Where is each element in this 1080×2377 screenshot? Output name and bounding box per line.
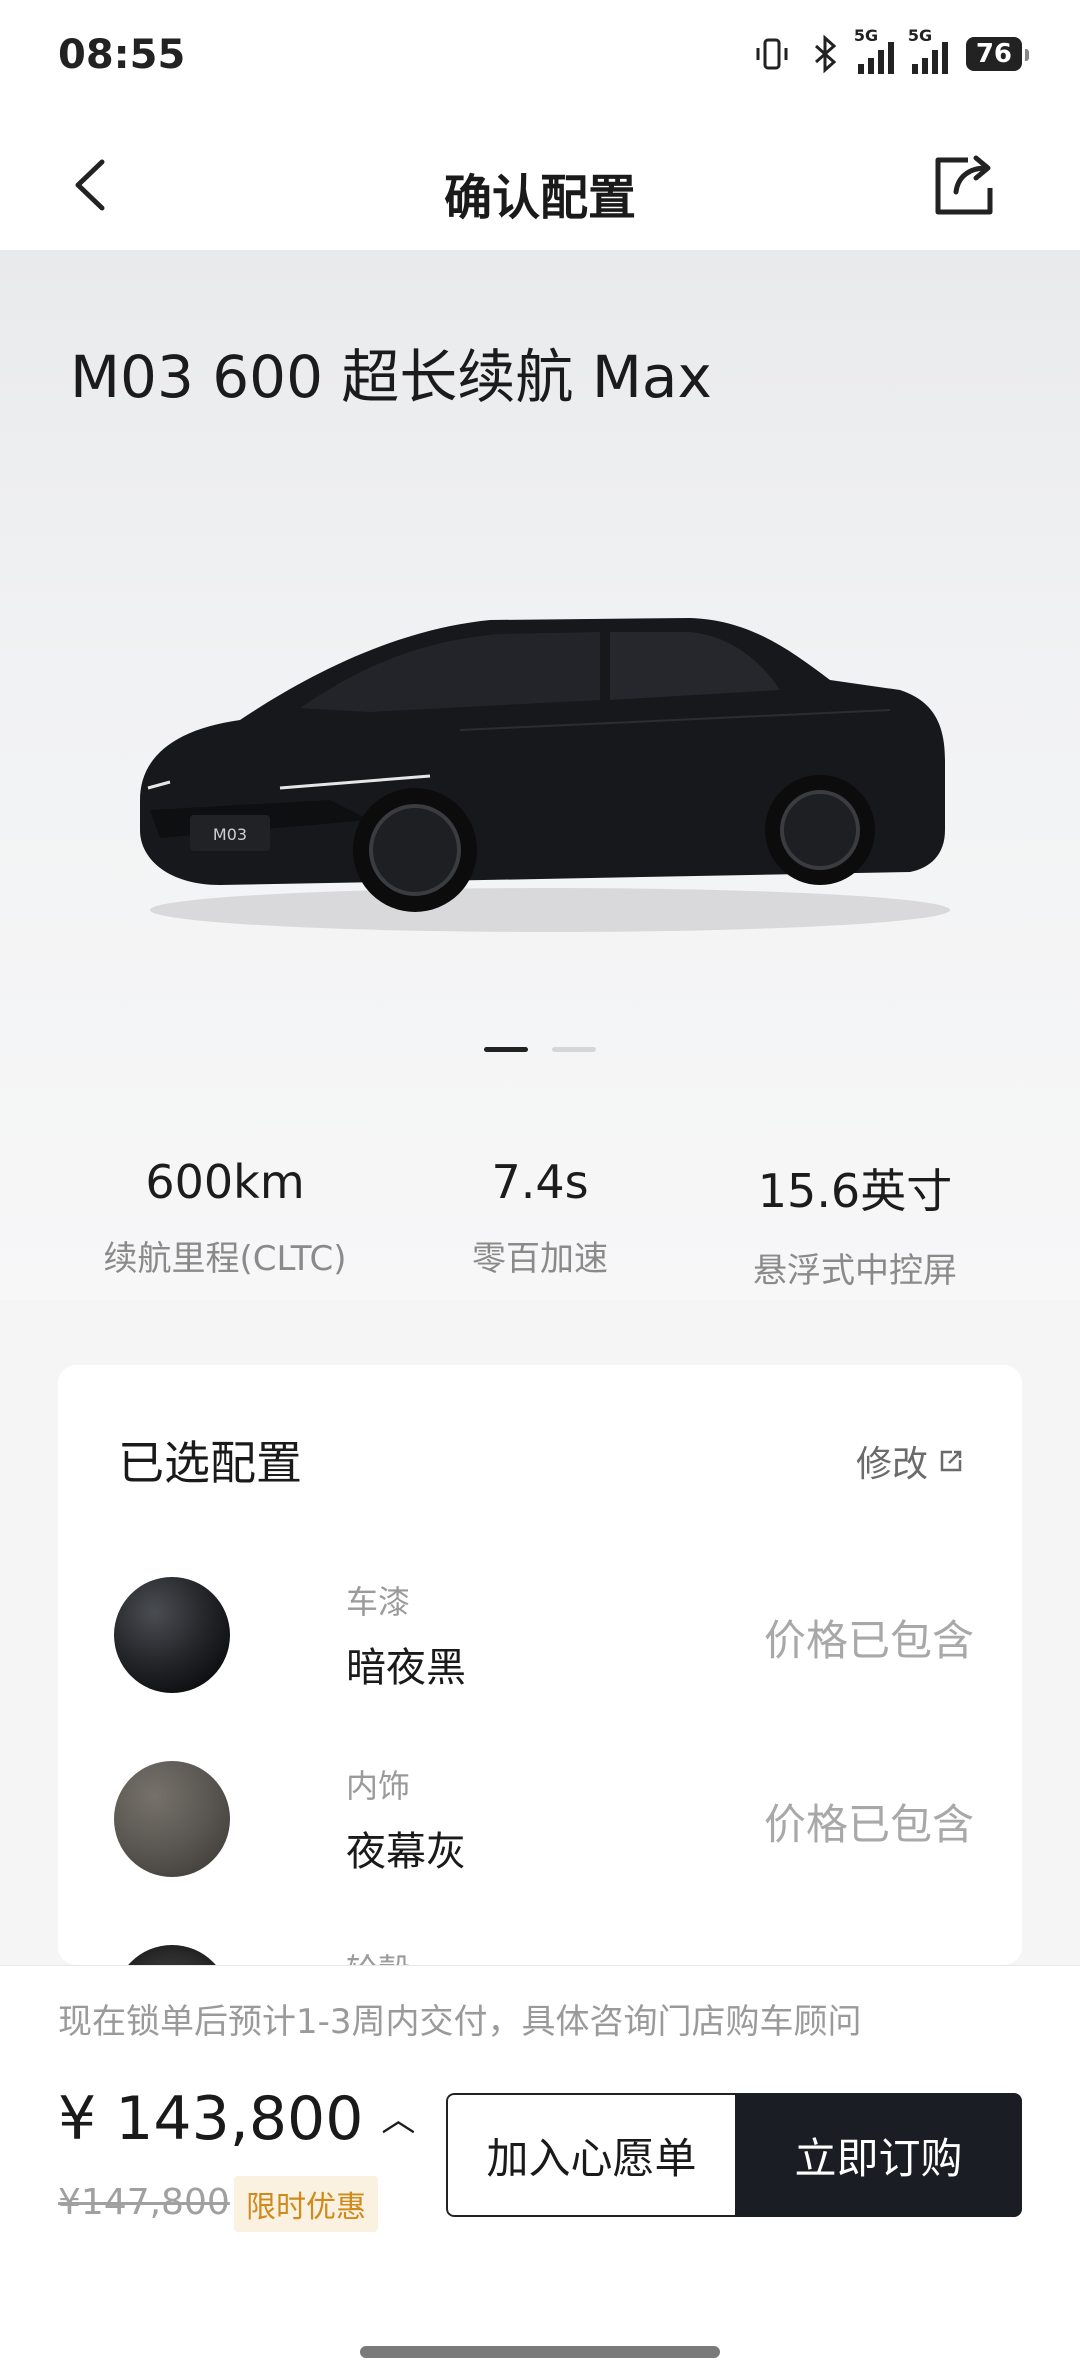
- wheel-swatch: [114, 1945, 230, 1965]
- add-to-wishlist-button[interactable]: 加入心愿单: [446, 2093, 735, 2217]
- car-image[interactable]: M03: [130, 610, 960, 940]
- spec-screen: 15.6英寸 悬浮式中控屏: [630, 1155, 1080, 1292]
- price-summary[interactable]: ¥ 143,800 ︿: [58, 2084, 415, 2154]
- spec-acceleration: 7.4s 零百加速: [450, 1155, 630, 1292]
- signal-icon-2: 5G: [908, 26, 948, 74]
- carousel-dot-1[interactable]: [484, 1047, 528, 1052]
- option-category: 轮毂: [346, 1945, 410, 1965]
- bluetooth-icon: [814, 34, 837, 74]
- hero-section: M03 600 超长续航 Max M03 600km 续航里程(CLTC) 7.…: [0, 250, 1080, 1300]
- battery-indicator: 76: [965, 37, 1030, 71]
- spec-label: 续航里程(CLTC): [103, 1239, 347, 1279]
- selected-config-card: 已选配置 修改 车漆 暗夜黑 价格已包含 内饰 夜幕灰 价格已包含 轮毂: [58, 1365, 1022, 1965]
- share-icon[interactable]: [928, 150, 998, 220]
- order-bottom-bar: 现在锁单后预计1-3周内交付，具体咨询门店购车顾问 ¥ 143,800 ︿ ¥1…: [0, 1965, 1080, 2377]
- option-category: 车漆: [346, 1583, 411, 1621]
- edit-label: 修改: [855, 1444, 928, 1485]
- chevron-up-icon[interactable]: ︿: [381, 2092, 415, 2141]
- original-price: ¥147,800: [58, 2182, 230, 2223]
- status-icons: 5G 5G 76: [752, 26, 1030, 74]
- promo-badge: 限时优惠: [234, 2176, 378, 2232]
- option-price: 价格已包含: [763, 1616, 974, 1665]
- external-edit-icon: [940, 1450, 962, 1472]
- nav-bar: 确认配置: [0, 120, 1080, 250]
- spec-label: 悬浮式中控屏: [753, 1251, 957, 1291]
- vibrate-icon: [756, 38, 788, 70]
- delivery-note: 现在锁单后预计1-3周内交付，具体咨询门店购车顾问: [58, 2002, 862, 2042]
- status-time: 08:55: [58, 32, 186, 78]
- page-title: 确认配置: [443, 170, 636, 226]
- signal-icon-1: 5G: [854, 26, 894, 74]
- status-bar: 08:55 5G 5G 76: [0, 0, 1080, 120]
- order-now-button[interactable]: 立即订购: [735, 2093, 1022, 2217]
- option-value: 夜幕灰: [346, 1829, 466, 1875]
- interior-swatch: [114, 1761, 230, 1877]
- paint-swatch: [114, 1577, 230, 1693]
- plate-text: M03: [213, 825, 247, 844]
- option-value: 暗夜黑: [346, 1645, 466, 1691]
- carousel-indicator[interactable]: [0, 1047, 1080, 1052]
- card-title: 已选配置: [118, 1436, 302, 1490]
- spec-value: 7.4s: [491, 1155, 589, 1209]
- model-name: M03 600 超长续航 Max: [70, 343, 712, 411]
- config-option-paint[interactable]: 车漆 暗夜黑 价格已包含: [114, 1577, 974, 1697]
- current-price: ¥ 143,800: [58, 2084, 364, 2154]
- spec-range: 600km 续航里程(CLTC): [0, 1155, 450, 1292]
- spec-value: 600km: [145, 1155, 305, 1209]
- action-buttons: 加入心愿单 立即订购: [446, 2093, 1022, 2217]
- config-option-interior[interactable]: 内饰 夜幕灰 价格已包含: [114, 1761, 974, 1881]
- spec-label: 零百加速: [472, 1239, 608, 1279]
- spec-list: 600km 续航里程(CLTC) 7.4s 零百加速 15.6英寸 悬浮式中控屏: [0, 1155, 1080, 1292]
- carousel-dot-2[interactable]: [552, 1047, 596, 1052]
- edit-config-button[interactable]: 修改: [856, 1435, 964, 1487]
- spec-value: 15.6英寸: [757, 1164, 953, 1218]
- home-indicator[interactable]: [360, 2346, 720, 2358]
- option-category: 内饰: [346, 1767, 411, 1805]
- config-option-wheels[interactable]: 轮毂: [114, 1945, 974, 1965]
- option-price: 价格已包含: [763, 1800, 974, 1849]
